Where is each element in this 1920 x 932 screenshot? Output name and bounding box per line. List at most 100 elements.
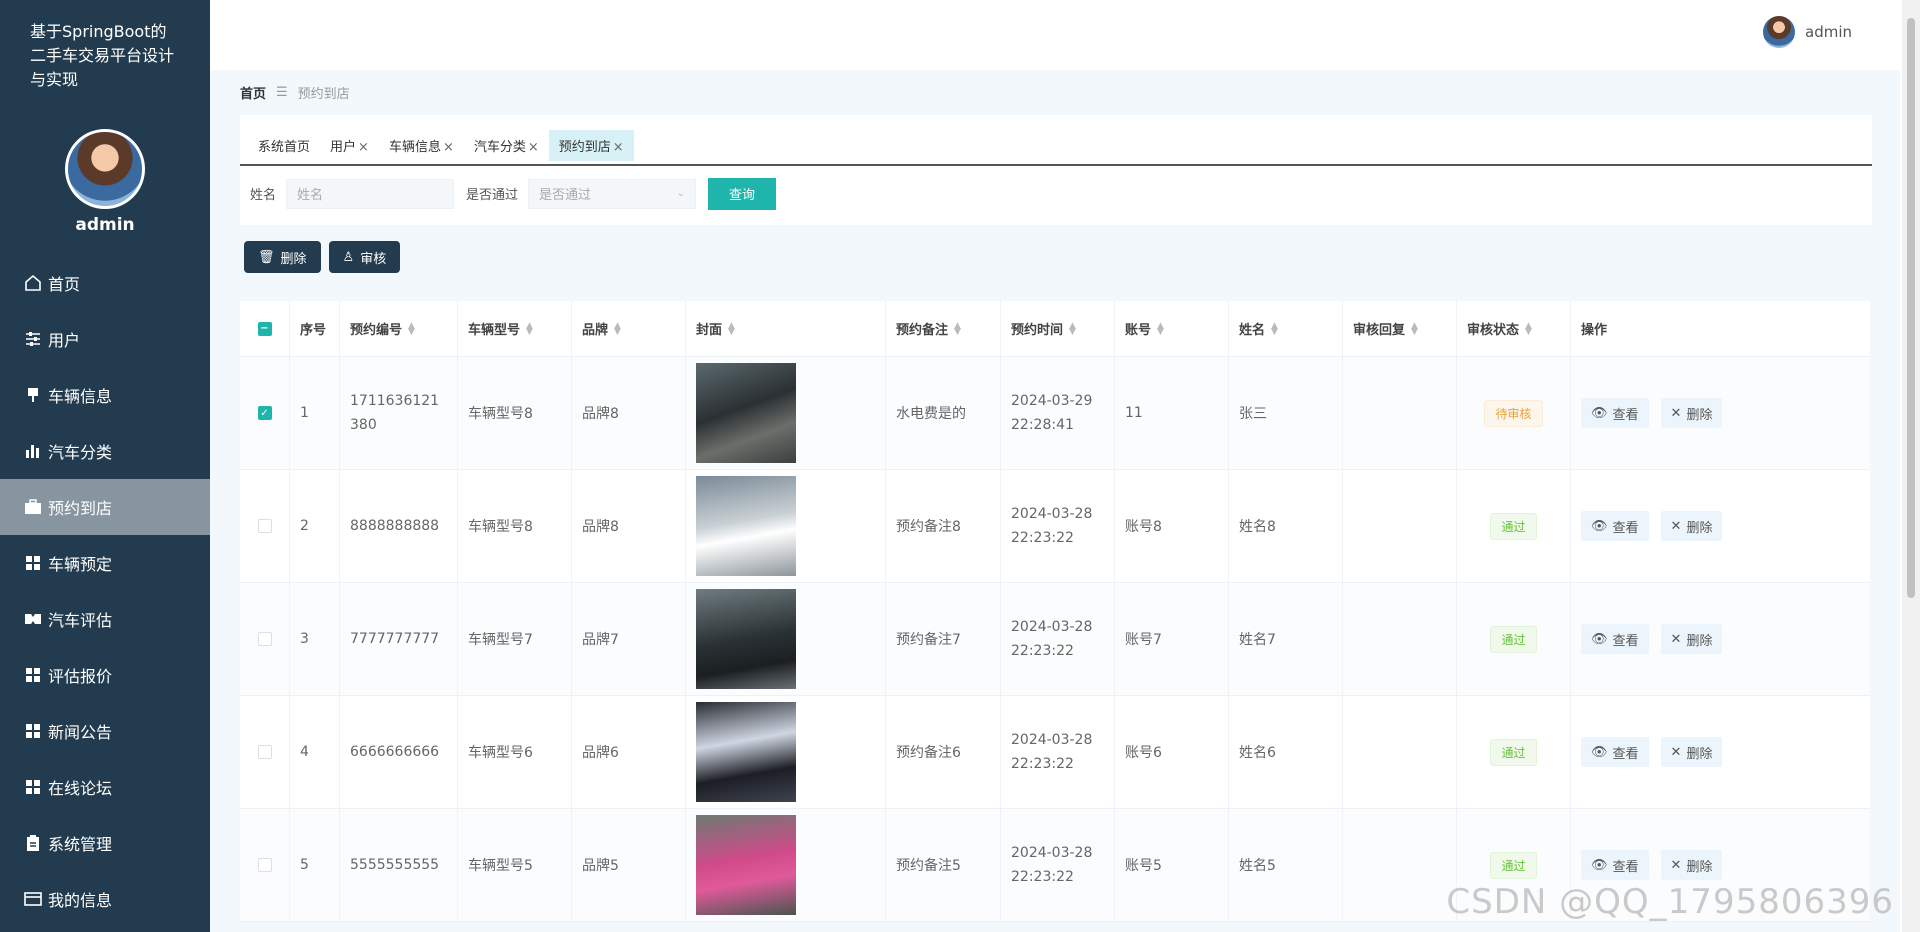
chevron-down-icon: ⌄: [676, 188, 686, 199]
name-input[interactable]: 姓名: [286, 178, 455, 209]
trash-icon: 🗑: [258, 249, 275, 265]
close-icon[interactable]: ×: [358, 140, 369, 155]
eye-icon: 👁: [1591, 518, 1608, 534]
sidebar-item-users[interactable]: 用户: [0, 311, 210, 367]
close-icon[interactable]: ×: [613, 140, 624, 155]
sidebar-item-vehicles[interactable]: 车辆信息: [0, 367, 210, 423]
grid-icon: [22, 552, 44, 574]
tab-label: 汽车分类: [473, 140, 526, 155]
sidebar-item-reservations[interactable]: 车辆预定: [0, 535, 210, 591]
header-cell[interactable]: 审核回复 ▲ ▼: [1343, 301, 1457, 356]
row-checkbox[interactable]: ✓: [257, 406, 272, 420]
sidebar-item-forum[interactable]: 在线论坛: [0, 759, 210, 815]
table-row: 3 7777777777 车辆型号7 品牌7 预约备注7 2024-03-28 …: [240, 583, 1870, 696]
header-cell[interactable]: 预约时间 ▲ ▼: [1001, 301, 1115, 356]
header-cell[interactable]: 封面 ▲ ▼: [686, 301, 886, 356]
row-index: 1: [300, 405, 309, 421]
breadcrumb-home[interactable]: 首页: [240, 83, 266, 102]
header-label: 序号: [300, 323, 327, 338]
close-icon[interactable]: ×: [443, 140, 454, 155]
sort-icon[interactable]: ▲ ▼: [614, 321, 621, 336]
card-icon: [22, 888, 44, 910]
sort-icon[interactable]: ▲ ▼: [1157, 321, 1164, 336]
row-remark: 水电费是的: [896, 406, 966, 422]
sidebar-item-quotes[interactable]: 评估报价: [0, 647, 210, 703]
row-checkbox[interactable]: [257, 745, 272, 759]
scroll-thumb[interactable]: [1907, 18, 1915, 598]
sidebar-item-news[interactable]: 新闻公告: [0, 703, 210, 759]
sort-icon[interactable]: ▲ ▼: [1411, 321, 1418, 336]
user-menu[interactable]: admin: [1763, 16, 1852, 48]
avatar: [1763, 16, 1795, 48]
sidebar-item-label: 系统管理: [48, 835, 113, 854]
pass-select[interactable]: 是否通过 ⌄: [528, 178, 697, 209]
header-cell[interactable]: 审核状态 ▲ ▼: [1457, 301, 1571, 356]
tab-categories[interactable]: 汽车分类 ×: [464, 130, 549, 161]
sort-icon[interactable]: ▲ ▼: [1069, 321, 1076, 336]
header-cell[interactable]: 预约编号 ▲ ▼: [340, 301, 458, 356]
status-badge: 待审核: [1484, 399, 1543, 427]
view-button[interactable]: 👁 查看: [1581, 850, 1649, 880]
audit-button[interactable]: ♙ 审核: [328, 241, 401, 273]
sort-icon[interactable]: ▲ ▼: [1271, 321, 1278, 336]
row-checkbox[interactable]: [257, 632, 272, 646]
close-icon[interactable]: ×: [528, 140, 539, 155]
row-code: 1711636121380: [350, 393, 440, 433]
row-delete-button[interactable]: ✕ 删除: [1660, 511, 1723, 541]
view-button[interactable]: 👁 查看: [1581, 511, 1649, 541]
bar-chart-icon: [22, 440, 44, 462]
view-button[interactable]: 👁 查看: [1581, 398, 1649, 428]
user-icon: ♙: [342, 249, 355, 265]
row-delete-button[interactable]: ✕ 删除: [1660, 398, 1723, 428]
row-brand: 品牌8: [582, 406, 619, 422]
sidebar-item-profile[interactable]: 我的信息: [0, 871, 210, 927]
tab-vehicles[interactable]: 车辆信息 ×: [379, 130, 464, 161]
sort-icon[interactable]: ▲ ▼: [728, 321, 735, 336]
row-checkbox[interactable]: [257, 519, 272, 533]
tab-users[interactable]: 用户 ×: [320, 130, 379, 161]
sidebar-item-label: 我的信息: [48, 891, 113, 910]
status-badge: 通过: [1490, 625, 1537, 653]
gamepad-icon: [22, 608, 44, 630]
header-cell[interactable]: 姓名 ▲ ▼: [1229, 301, 1343, 356]
delete-label: 删除: [1686, 746, 1713, 762]
sidebar-item-home[interactable]: 首页: [0, 255, 210, 311]
sidebar-item-system[interactable]: 系统管理: [0, 815, 210, 871]
delete-button[interactable]: 🗑 删除: [244, 241, 321, 273]
sidebar-avatar: [65, 129, 145, 209]
select-all-cell: −: [240, 301, 290, 356]
sidebar-item-evaluation[interactable]: 汽车评估: [0, 591, 210, 647]
row-delete-button[interactable]: ✕ 删除: [1660, 624, 1723, 654]
tab-label: 系统首页: [258, 140, 311, 155]
header-label: 车辆型号: [468, 323, 521, 338]
header-cell[interactable]: 车辆型号 ▲ ▼: [458, 301, 572, 356]
watermark: CSDN @QQ_1795806396: [1446, 882, 1894, 922]
sort-icon[interactable]: ▲ ▼: [954, 321, 961, 336]
select-all-checkbox[interactable]: −: [257, 321, 272, 336]
sidebar-item-categories[interactable]: 汽车分类: [0, 423, 210, 479]
delete-label: 删除: [1686, 859, 1713, 875]
row-index: 2: [300, 518, 309, 534]
page-scrollbar[interactable]: [1902, 0, 1920, 932]
header-cell[interactable]: 品牌 ▲ ▼: [572, 301, 686, 356]
row-delete-button[interactable]: ✕ 删除: [1660, 737, 1723, 767]
delete-label: 删除: [280, 251, 307, 267]
query-button[interactable]: 查询: [708, 177, 777, 210]
row-code: 7777777777: [350, 631, 440, 647]
sort-icon[interactable]: ▲ ▼: [408, 321, 415, 336]
tab-appointments[interactable]: 预约到店 ×: [548, 130, 634, 161]
header-cell[interactable]: 账号 ▲ ▼: [1115, 301, 1229, 356]
sidebar-item-appointments[interactable]: 预约到店: [0, 479, 210, 535]
row-remark: 预约备注8: [896, 519, 961, 535]
header-cell[interactable]: 预约备注 ▲ ▼: [886, 301, 1001, 356]
view-button[interactable]: 👁 查看: [1581, 737, 1649, 767]
sort-icon[interactable]: ▲ ▼: [526, 321, 533, 336]
sort-icon[interactable]: ▲ ▼: [1525, 321, 1532, 336]
row-delete-button[interactable]: ✕ 删除: [1660, 850, 1723, 880]
top-header: admin: [210, 0, 1900, 70]
view-label: 查看: [1612, 633, 1639, 649]
row-checkbox[interactable]: [257, 858, 272, 872]
header-label: 审核状态: [1467, 323, 1520, 338]
tab-home[interactable]: 系统首页: [248, 130, 320, 161]
view-button[interactable]: 👁 查看: [1581, 624, 1649, 654]
